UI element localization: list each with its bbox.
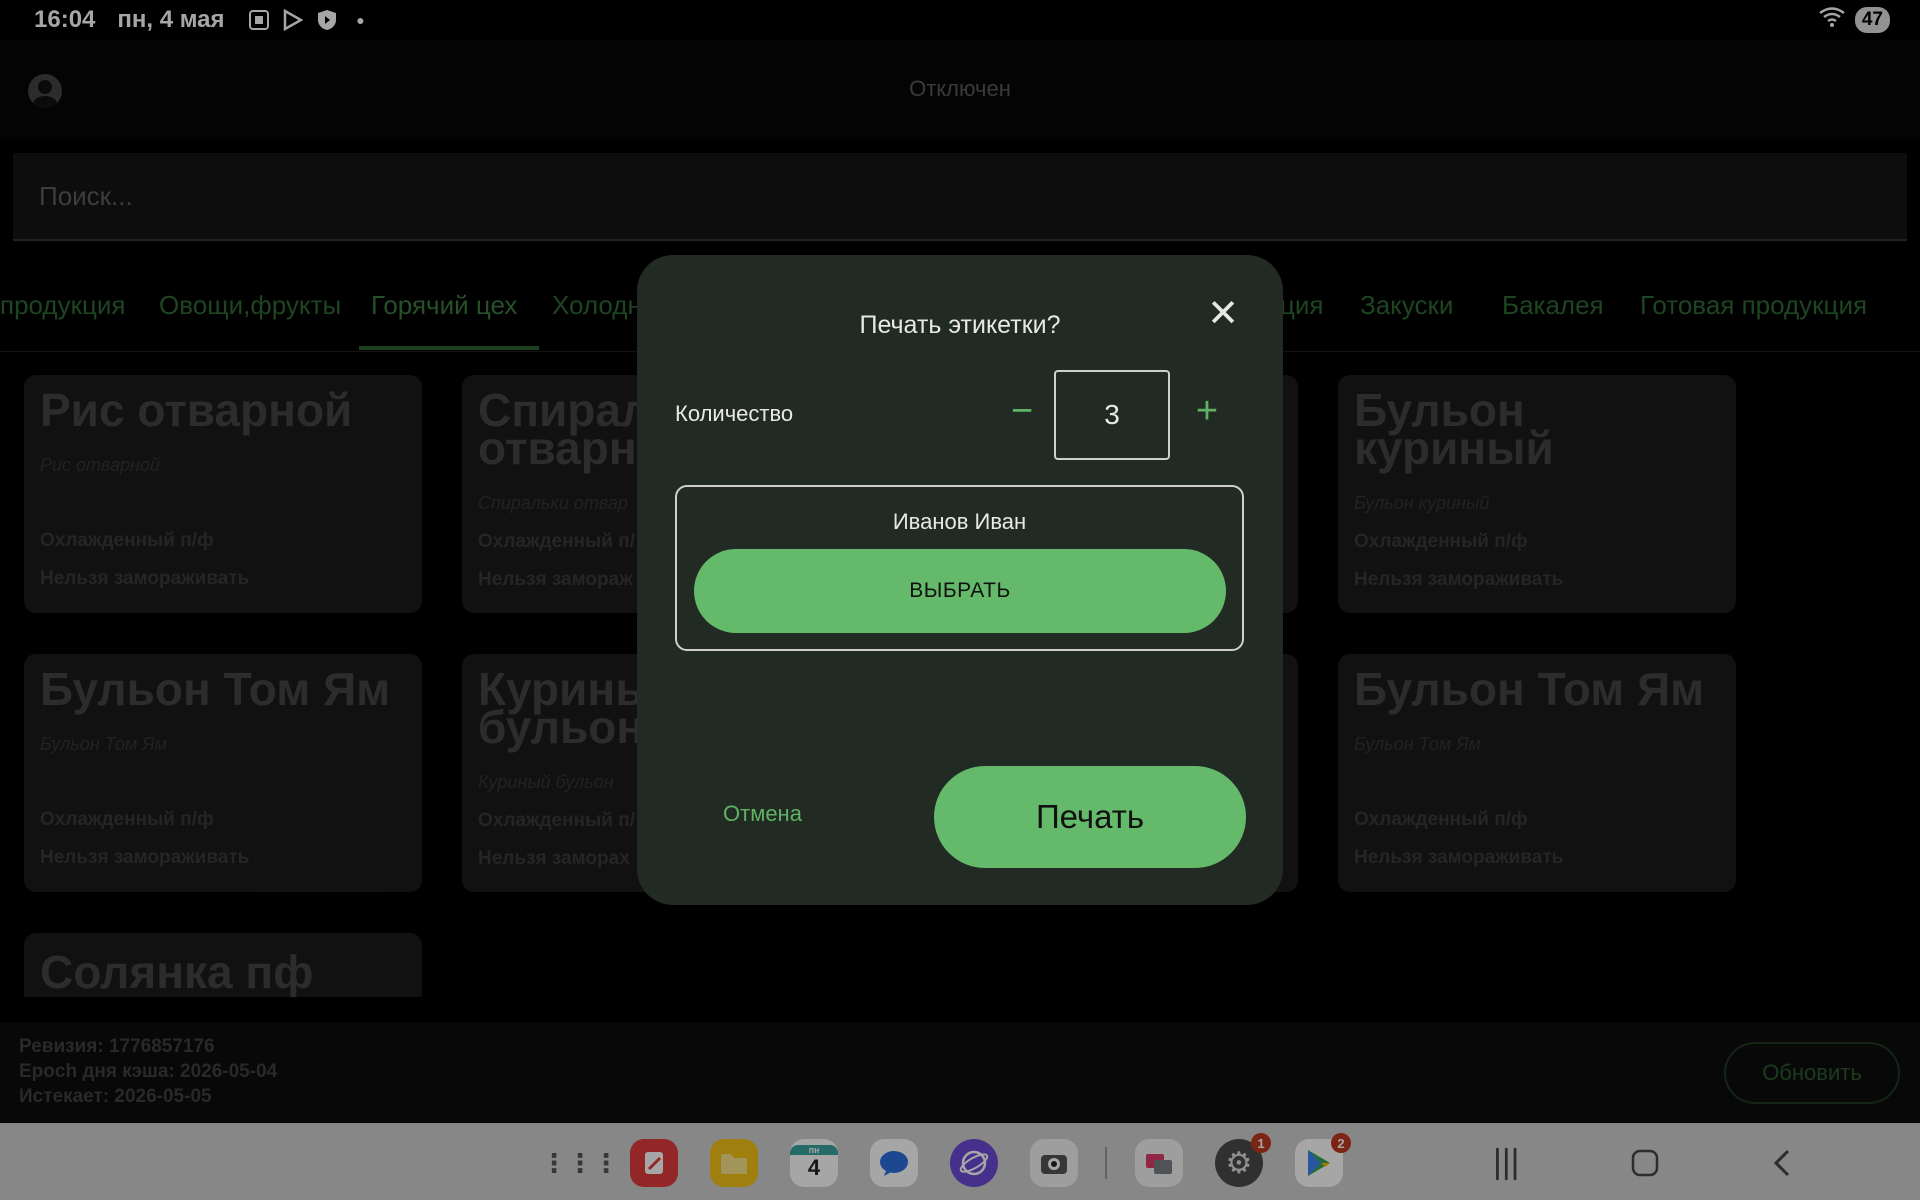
close-icon[interactable]: ✕ xyxy=(1205,295,1241,333)
dialog-title: Печать этикетки? xyxy=(859,311,1061,339)
selected-user-name: Иванов Иван xyxy=(892,509,1027,534)
select-user-button[interactable]: ВЫБРАТЬ xyxy=(694,549,1226,633)
quantity-label: Количество xyxy=(675,401,794,426)
print-label-dialog: Печать этикетки? ✕ Количество − 3 + Иван… xyxy=(637,255,1283,905)
quantity-field[interactable]: 3 xyxy=(1054,370,1170,460)
decrement-button[interactable]: − xyxy=(997,389,1047,437)
print-button[interactable]: Печать xyxy=(934,766,1246,868)
increment-button[interactable]: + xyxy=(1182,389,1232,437)
cancel-button[interactable]: Отмена xyxy=(723,801,802,827)
user-selector: Иванов Иван ВЫБРАТЬ xyxy=(675,485,1244,651)
